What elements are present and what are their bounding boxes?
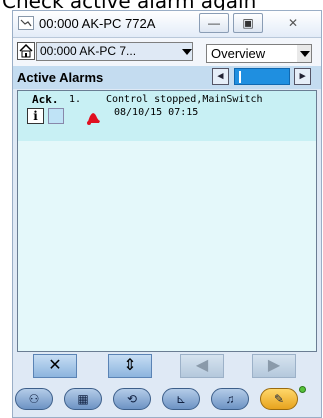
next-button[interactable]: ▶ [252, 354, 296, 378]
alarm-timestamp: 08/10/15 07:15 [114, 107, 199, 118]
alarm-list-title: Active Alarms [17, 70, 104, 85]
device-dropdown-arrow-icon[interactable] [182, 49, 192, 55]
alarm-row[interactable]: Ack. 1. i Control stopped,MainSwitch 08/… [18, 91, 316, 141]
arrow-right-icon: ▶ [267, 357, 281, 374]
tools-icon: ⟲ [126, 392, 138, 406]
keypad-icon: ▦ [77, 392, 89, 406]
device-toolbar: 00:000 AK-PC 7... Overview [13, 38, 321, 66]
nav-service-button[interactable]: ✎ [260, 388, 298, 410]
dismiss-button[interactable]: ✕ [33, 354, 77, 378]
alarm-header: Active Alarms ◂ ▸ [13, 66, 321, 89]
close-button[interactable]: ✕ [271, 13, 315, 33]
alarm-number: 1. [69, 94, 82, 105]
info-button[interactable]: i [27, 108, 44, 124]
alarm-bell-icon [87, 113, 100, 125]
arrow-left-icon: ◀ [195, 357, 209, 374]
nav-graph-button[interactable]: ⊾ [162, 388, 200, 410]
minimize-button[interactable]: — [199, 13, 229, 33]
page-next-button[interactable]: ▸ [294, 68, 311, 85]
app-icon [18, 16, 34, 30]
nav-keypad-button[interactable]: ▦ [64, 388, 102, 410]
status-led-icon [299, 386, 306, 393]
nav-overview-button[interactable]: ⚇ [15, 388, 53, 410]
alarm-list: Ack. 1. i Control stopped,MainSwitch 08/… [17, 90, 317, 352]
title-bar[interactable]: 00:000 AK-PC 772A — ▣ ✕ [13, 11, 321, 38]
action-bar: ✕ ⇕ ◀ ▶ [13, 352, 321, 384]
wrench-icon: ✎ [273, 392, 285, 406]
ack-column-label: Ack. [32, 93, 59, 106]
home-icon [19, 43, 33, 58]
acknowledge-checkbox[interactable] [48, 108, 64, 124]
glasses-icon: ⚇ [28, 392, 40, 406]
page-scroll-thumb[interactable] [239, 71, 241, 83]
device-dropdown[interactable]: 00:000 AK-PC 7... [36, 42, 193, 61]
close-icon: ✕ [48, 357, 62, 374]
window-title: 00:000 AK-PC 772A [39, 16, 156, 31]
previous-button[interactable]: ◀ [180, 354, 224, 378]
alarm-message: Control stopped,MainSwitch [106, 94, 263, 105]
maximize-button[interactable]: ▣ [233, 13, 263, 33]
nav-tools-button[interactable]: ⟲ [113, 388, 151, 410]
refresh-button[interactable]: ⇕ [108, 354, 152, 378]
navigation-bar: ⚇ ▦ ⟲ ⊾ ♫ ✎ [13, 384, 321, 417]
home-button[interactable] [17, 42, 35, 60]
graph-icon: ⊾ [175, 392, 187, 406]
refresh-icon: ⇕ [123, 357, 137, 374]
nav-alarms-button[interactable]: ♫ [211, 388, 249, 410]
page-prev-button[interactable]: ◂ [212, 68, 229, 85]
view-dropdown-arrow-icon [300, 51, 310, 57]
alarm-bell-icon: ♫ [225, 392, 235, 406]
device-window: 00:000 AK-PC 772A — ▣ ✕ 00:000 AK-PC 7..… [12, 10, 322, 418]
page-scroll-bar[interactable] [234, 68, 290, 85]
